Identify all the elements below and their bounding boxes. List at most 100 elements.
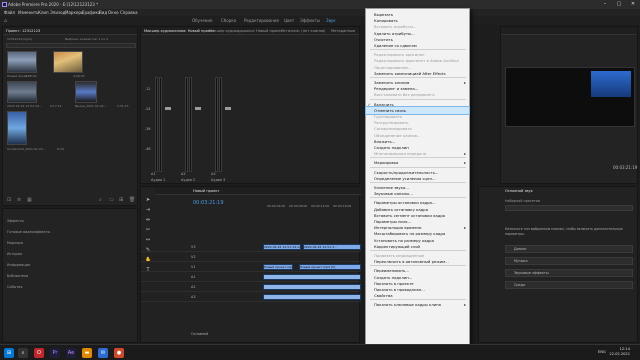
selection-tool-icon[interactable]: ➤: [145, 197, 151, 203]
new-item-icon[interactable]: ⊞: [119, 197, 125, 203]
after-effects-icon[interactable]: Ae: [66, 348, 76, 358]
trash-icon[interactable]: 🗑: [129, 197, 135, 203]
menu-help[interactable]: Справка: [120, 10, 138, 15]
effects-list-item[interactable]: События: [7, 285, 22, 289]
audio-clip[interactable]: [263, 274, 361, 280]
effects-list-item[interactable]: Готовые видеоэффекты: [7, 230, 50, 234]
workspace-editing[interactable]: Редактирование: [244, 18, 279, 23]
lock-icon[interactable]: ⊡: [7, 197, 13, 203]
track-select-icon[interactable]: ⇥: [145, 207, 151, 213]
context-menu-item-label: Удаление со сдвигом: [374, 43, 417, 48]
menu-separator: [370, 98, 466, 100]
home-icon[interactable]: ⌂: [4, 18, 7, 24]
menu-separator: [370, 265, 466, 267]
effects-list-item[interactable]: Маркеры: [7, 241, 23, 245]
effects-list-item[interactable]: Эффекты: [7, 219, 24, 223]
menu-sequence[interactable]: Эпизод: [50, 10, 65, 15]
workspace-effects[interactable]: Эффекты: [300, 18, 320, 23]
minimize-button[interactable]: –: [598, 1, 612, 8]
audio-clip[interactable]: [263, 284, 361, 290]
effects-list-item[interactable]: История: [7, 252, 22, 256]
level-meter: [155, 77, 158, 172]
clock-date: 22.02.2021: [609, 352, 630, 356]
thumbnail-call[interactable]: [75, 81, 97, 103]
video-clip[interactable]: Новый проект.mp4 [V]: [263, 264, 293, 270]
menu-separator: [370, 250, 466, 251]
tab-sequence[interactable]: Новый проект: [193, 189, 220, 193]
tab-audio-track-mixer[interactable]: Микшер аудиодорожки: Новый проект: [209, 29, 283, 33]
level-meter: [159, 77, 162, 172]
context-menu-item-label: Корректирующий слой: [374, 243, 421, 249]
close-button[interactable]: ✕: [626, 1, 640, 8]
video-clip[interactable]: 2022-02-22 12-51-34.mp4 [V]: [263, 244, 301, 250]
track-v2[interactable]: V2: [141, 253, 361, 262]
thumbnail-screenshot[interactable]: [7, 111, 27, 145]
timeline-timecode[interactable]: 00:03:21:19: [193, 200, 224, 206]
sfx-button[interactable]: Звуковые эффекты: [505, 269, 633, 277]
search-icon[interactable]: ⌕: [99, 197, 105, 203]
maximize-button[interactable]: ▢: [612, 1, 626, 8]
menu-window[interactable]: Окно: [108, 10, 119, 15]
db-label: -48: [145, 147, 151, 151]
menu-view[interactable]: Вид: [99, 10, 107, 15]
tab-audio-clip-mixer[interactable]: Микшер аудиоклипов: Новый проект: [144, 29, 214, 33]
tab-metadata[interactable]: Метаданные: [331, 29, 355, 33]
item-duration: 6:29: [57, 147, 64, 151]
audio-clip[interactable]: [263, 294, 361, 300]
recording-icon[interactable]: ●: [114, 348, 124, 358]
premiere-taskbar-icon[interactable]: Pr: [50, 348, 60, 358]
thumbnail-new-project[interactable]: [7, 51, 37, 73]
item-name: Вызов_2021-02-22...: [75, 104, 107, 108]
menu-clip[interactable]: Клип: [38, 10, 49, 15]
opera-icon[interactable]: O: [34, 348, 44, 358]
context-menu-item[interactable]: Показать ключевые кадры клипа ▸: [366, 301, 469, 309]
item-duration: 0:17:14: [50, 104, 62, 108]
tab-project[interactable]: Проект: 12312123: [6, 29, 40, 33]
icon-view-icon[interactable]: ▦: [27, 197, 33, 203]
item-name: 2022-02-22 12-52-34...: [7, 104, 42, 108]
menu-separator: [370, 197, 466, 199]
volume-fader[interactable]: [165, 107, 171, 110]
explorer-icon[interactable]: ▬: [82, 348, 92, 358]
new-bin-icon[interactable]: ▭: [109, 197, 115, 203]
context-menu-item-label: Свойства: [374, 293, 393, 299]
effects-list-item[interactable]: Информация: [7, 263, 30, 267]
language-indicator[interactable]: ENG: [598, 350, 606, 354]
start-button[interactable]: ⊞: [4, 348, 14, 358]
project-search-input[interactable]: [6, 43, 136, 48]
taskbar-clock[interactable]: 12:14 22.02.2021: [609, 347, 630, 357]
taskbar: ⊞ ⌕ O Pr Ae ▬ ✉ ● ENG 12:14 22.02.2021: [0, 344, 640, 360]
tab-essential-sound[interactable]: Основной звук: [505, 189, 533, 193]
preset-dropdown[interactable]: [505, 205, 633, 211]
workspace-assembly[interactable]: Сборка: [221, 18, 236, 23]
menu-edit[interactable]: Изменить: [18, 10, 39, 15]
menu-separator: [370, 182, 466, 183]
effects-panel: Эффекты Готовые видеоэффекты Маркеры Ист…: [2, 208, 138, 343]
menu-graphics[interactable]: Графика: [82, 10, 100, 15]
menu-file[interactable]: Файл: [4, 10, 15, 15]
project-panel-header: Проект: 12312123: [3, 27, 137, 35]
ambience-button[interactable]: Среда: [505, 281, 633, 289]
thumbnail-recording[interactable]: [7, 81, 37, 103]
dialogue-button[interactable]: Диалог: [505, 245, 633, 253]
ripple-edit-icon[interactable]: ⇹: [145, 217, 151, 223]
db-label: -36: [145, 127, 151, 131]
search-icon[interactable]: ⌕: [18, 348, 28, 358]
razor-tool-icon[interactable]: ✂: [145, 227, 151, 233]
tab-source[interactable]: Источник: (нет клипов): [281, 29, 325, 33]
level-meter: [189, 77, 192, 172]
workspace-color[interactable]: Цвет: [284, 18, 294, 23]
effects-list-item[interactable]: Библиотеки: [7, 274, 28, 278]
thumbnail-clip-2[interactable]: [53, 51, 83, 73]
workspace-learning[interactable]: Обучение: [192, 18, 212, 23]
preview-window: [591, 71, 631, 97]
volume-fader[interactable]: [195, 107, 201, 110]
volume-fader[interactable]: [225, 107, 231, 110]
video-clip[interactable]: 2022-02-22 12-51-3...: [303, 244, 361, 250]
context-menu-item-label: Переключить в автономный режим...: [374, 259, 449, 265]
list-view-icon[interactable]: ≡: [17, 197, 23, 203]
music-button[interactable]: Музыка: [505, 257, 633, 265]
video-clip[interactable]: Новый проект.mp4 [V]: [299, 264, 361, 270]
workspace-audio[interactable]: Звук: [326, 18, 336, 23]
chat-icon[interactable]: ✉: [98, 348, 108, 358]
